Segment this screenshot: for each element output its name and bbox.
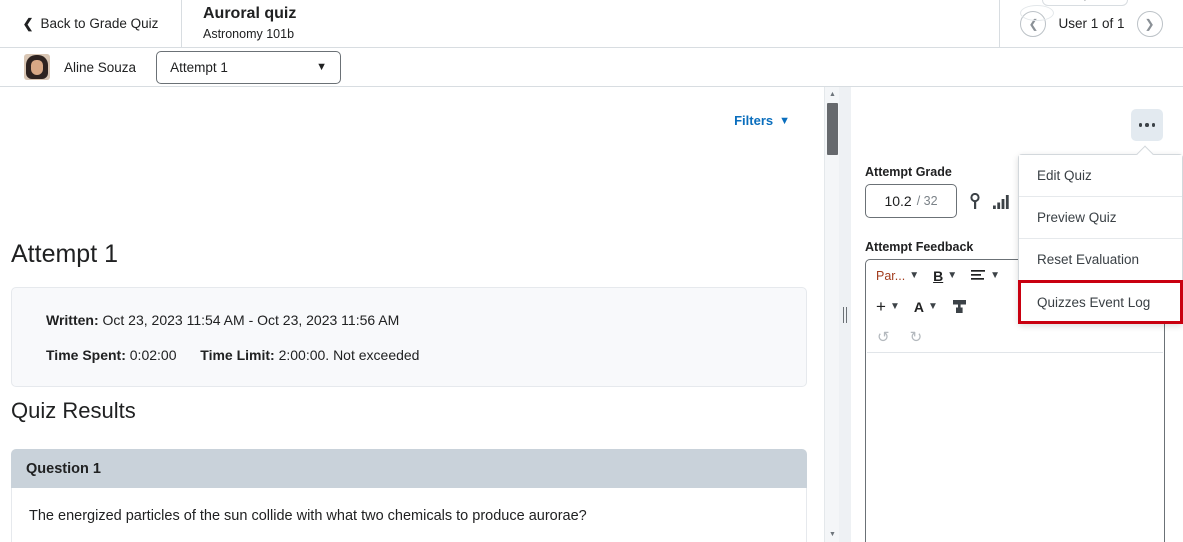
chevron-down-icon: ▼ <box>990 270 1001 281</box>
partial-ellipse-decoration <box>1020 5 1054 21</box>
menu-item-label: Quizzes Event Log <box>1037 294 1151 310</box>
chevron-down-icon: ▼ <box>316 61 328 73</box>
attempt-grade-row: 10.2 / 32 <box>865 184 1012 218</box>
toolbar-divider <box>867 352 1163 353</box>
chevron-right-circle-icon: ❯ <box>1144 16 1155 31</box>
attempt-select[interactable]: Attempt 1 ▼ <box>156 50 342 84</box>
menu-item-quizzes-event-log[interactable]: Quizzes Event Log <box>1018 280 1183 324</box>
grade-out-of: / 32 <box>916 194 938 208</box>
chevron-down-icon: ▼ <box>927 301 938 312</box>
menu-item-label: Edit Quiz <box>1037 168 1092 183</box>
triangle-down-icon[interactable]: ▼ <box>825 527 840 542</box>
time-info-line: Time Spent: 0:02:00 Time Limit: 2:00:00.… <box>46 347 419 363</box>
quiz-results-heading: Quiz Results <box>11 398 136 423</box>
menu-item-reset-evaluation[interactable]: Reset Evaluation <box>1019 239 1182 281</box>
resize-grip-icon <box>843 307 847 323</box>
bold-label: B <box>933 267 944 284</box>
menu-item-label: Reset Evaluation <box>1037 252 1140 267</box>
attempt-info-card: Written: Oct 23, 2023 11:54 AM - Oct 23,… <box>11 287 807 387</box>
grade-input[interactable]: 10.2 / 32 <box>865 184 957 218</box>
redo-icon[interactable]: ↻ <box>910 328 923 346</box>
format-painter-button[interactable] <box>952 299 967 314</box>
left-pane-scrollbar[interactable]: ▲ ▼ <box>824 87 839 542</box>
filters-toggle[interactable]: Filters ▼ <box>734 113 790 128</box>
more-options-menu: Edit Quiz Preview Quiz Reset Evaluation … <box>1018 145 1183 324</box>
question-header: Question 1 <box>11 449 807 488</box>
more-options-icon <box>1151 123 1156 127</box>
page-title: Auroral quiz <box>203 4 297 22</box>
back-to-grade-quiz-button[interactable]: ❮ Back to Grade Quiz <box>0 0 182 47</box>
menu-item-preview-quiz[interactable]: Preview Quiz <box>1019 197 1182 239</box>
menu-item-label: Preview Quiz <box>1037 210 1117 225</box>
key-icon-svg <box>970 192 980 209</box>
key-icon[interactable] <box>969 192 981 210</box>
bold-button[interactable]: B ▼ <box>933 268 957 284</box>
align-button[interactable]: ▼ <box>971 269 1000 282</box>
grade-value: 10.2 <box>884 193 912 209</box>
avatar-face <box>31 60 43 75</box>
chevron-down-icon: ▼ <box>1080 0 1090 4</box>
chevron-down-icon: ▼ <box>779 114 790 127</box>
pane-resize-handle[interactable] <box>839 87 851 542</box>
chevron-down-icon: ▼ <box>947 270 958 281</box>
plus-icon: + <box>876 297 886 316</box>
grade-quiz-page: ❮ Back to Grade Quiz Auroral quiz Astron… <box>0 0 1183 542</box>
question-body: The energized particles of the sun colli… <box>11 488 807 542</box>
student-name-label: Aline Souza <box>64 59 137 75</box>
chevron-down-icon: ▼ <box>889 301 900 312</box>
chevron-down-icon: ▼ <box>909 270 920 281</box>
paragraph-format-label: Par... <box>876 268 906 283</box>
align-left-icon <box>971 270 986 280</box>
top-bar: ❮ Back to Grade Quiz Auroral quiz Astron… <box>0 0 1183 48</box>
insert-button[interactable]: + ▼ <box>876 298 900 315</box>
paragraph-format-dropdown[interactable]: Par... ▼ <box>876 269 919 283</box>
font-label: A <box>913 298 924 315</box>
format-painter-icon <box>952 300 966 313</box>
attempt-details-pane: Filters ▼ Attempt 1 Written: Oct 23, 202… <box>0 87 824 542</box>
partial-dropdown-above[interactable]: ▼ <box>1042 0 1128 6</box>
attempt-heading: Attempt 1 <box>11 240 118 268</box>
back-button-label: Back to Grade Quiz <box>40 16 159 31</box>
more-options-icon <box>1138 123 1143 127</box>
filters-label: Filters <box>734 113 774 128</box>
bar-chart-icon-svg <box>993 194 1009 209</box>
written-info-line: Written: Oct 23, 2023 11:54 AM - Oct 23,… <box>46 312 399 328</box>
menu-item-edit-quiz[interactable]: Edit Quiz <box>1019 155 1182 197</box>
written-value: Oct 23, 2023 11:54 AM - Oct 23, 2023 11:… <box>102 312 400 328</box>
course-subtitle: Astronomy 101b <box>203 26 295 41</box>
editor-toolbar-row-3: ↺ ↻ <box>866 322 1164 352</box>
time-limit-value: 2:00:00. Not exceeded <box>278 347 420 363</box>
triangle-up-icon[interactable]: ▲ <box>825 87 840 102</box>
feedback-textarea[interactable] <box>866 359 1164 542</box>
user-count-label: User 1 of 1 <box>1058 16 1125 31</box>
undo-icon[interactable]: ↺ <box>877 328 890 346</box>
quiz-title-block: Auroral quiz Astronomy 101b <box>182 0 1000 47</box>
attempt-feedback-label: Attempt Feedback <box>865 240 974 254</box>
chevron-left-icon: ❮ <box>22 16 34 31</box>
avatar <box>24 54 50 80</box>
more-options-icon <box>1145 123 1149 127</box>
written-label: Written: <box>46 312 99 328</box>
font-style-button[interactable]: A ▼ <box>914 299 938 315</box>
bar-chart-icon[interactable] <box>993 194 1012 209</box>
question-text: The energized particles of the sun colli… <box>29 508 587 524</box>
time-spent-label: Time Spent: <box>46 347 126 363</box>
question-header-label: Question 1 <box>26 460 101 477</box>
user-navigation: ▼ ❮ User 1 of 1 ❯ <box>1000 0 1183 47</box>
attempt-grade-label: Attempt Grade <box>865 165 952 179</box>
back-button-inner: ❮ Back to Grade Quiz <box>23 16 159 31</box>
time-limit-label: Time Limit: <box>200 347 275 363</box>
attempt-select-value: Attempt 1 <box>170 59 228 75</box>
next-user-button[interactable]: ❯ <box>1136 10 1163 37</box>
time-spent-value: 0:02:00 <box>129 347 177 363</box>
student-attempt-bar: Aline Souza Attempt 1 ▼ <box>0 48 1183 87</box>
scroll-thumb[interactable] <box>827 103 838 155</box>
more-options-button[interactable] <box>1131 109 1163 141</box>
